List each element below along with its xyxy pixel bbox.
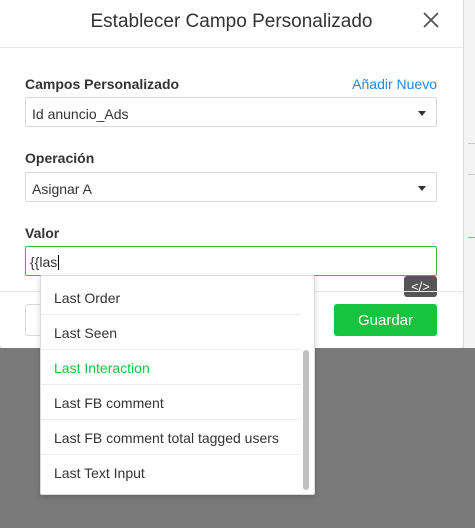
background-divider <box>468 143 475 144</box>
dropdown-item-last-seen[interactable]: Last Seen <box>41 316 301 350</box>
modal-header: Establecer Campo Personalizado <box>0 0 463 48</box>
dropdown-item-last-interaction[interactable]: Last Interaction <box>41 351 301 385</box>
operation-selected-value: Asignar A <box>32 181 92 197</box>
value-input-text: {{las <box>30 254 58 270</box>
dropdown-item-last-fb-comment[interactable]: Last FB comment <box>41 386 301 420</box>
chevron-down-icon <box>418 186 426 191</box>
modal-title: Establecer Campo Personalizado <box>90 11 373 32</box>
chevron-down-icon <box>418 111 426 116</box>
dropdown-scrollbar-thumb[interactable] <box>303 350 309 490</box>
dropdown-item-last-fb-comment-tagged[interactable]: Last FB comment total tagged users <box>41 421 301 455</box>
custom-field-select[interactable]: Id anuncio_Ads <box>25 97 437 127</box>
dropdown-item-last-order[interactable]: Last Order <box>41 281 301 315</box>
background-page-edge <box>463 0 475 348</box>
code-icon[interactable]: </> <box>404 276 437 297</box>
custom-field-label: Campos Personalizado <box>25 76 180 92</box>
add-new-link[interactable]: Añadir Nuevo <box>352 76 437 92</box>
value-input[interactable]: {{las <box>25 246 437 276</box>
operation-label: Operación <box>25 150 95 166</box>
value-label: Valor <box>25 225 60 241</box>
save-button[interactable]: Guardar <box>334 304 437 336</box>
dropdown-item-last-text-input[interactable]: Last Text Input <box>41 456 301 490</box>
custom-field-selected-value: Id anuncio_Ads <box>32 106 129 122</box>
suggestion-dropdown: Last Order Last Seen Last Interaction La… <box>40 275 315 495</box>
background-divider <box>468 237 475 238</box>
background-divider <box>468 174 475 175</box>
text-cursor <box>58 255 60 270</box>
close-icon[interactable] <box>421 10 441 30</box>
operation-select[interactable]: Asignar A <box>25 172 437 202</box>
